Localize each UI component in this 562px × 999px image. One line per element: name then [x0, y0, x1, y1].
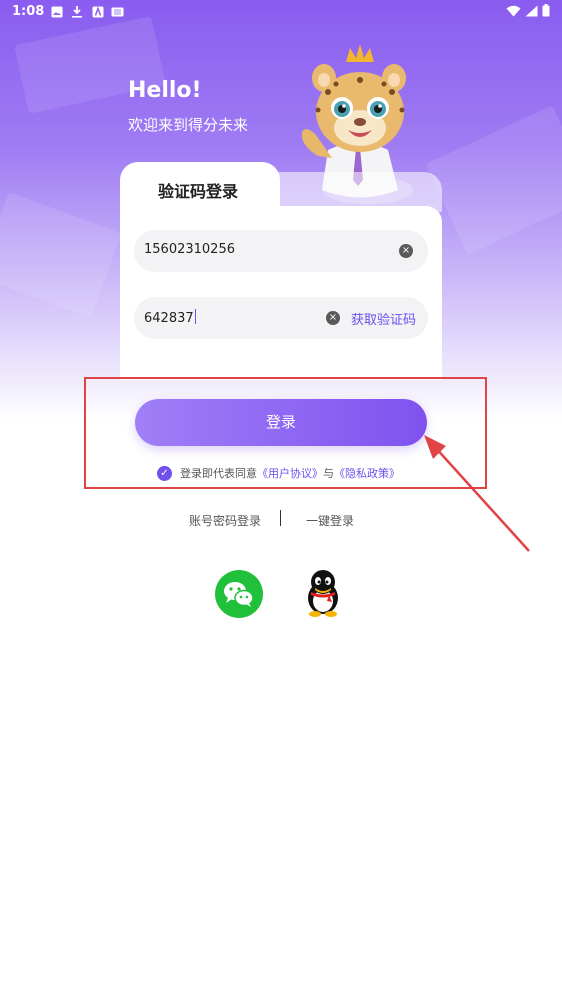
divider: [280, 510, 281, 526]
one-click-login-link[interactable]: 一键登录: [306, 512, 354, 529]
wechat-icon: [224, 582, 254, 607]
qq-login-button[interactable]: [303, 568, 343, 618]
qq-icon: [308, 570, 338, 617]
password-login-link[interactable]: 账号密码登录: [189, 512, 261, 529]
annotation-arrow: [424, 435, 530, 552]
wechat-login-button[interactable]: [215, 570, 263, 618]
